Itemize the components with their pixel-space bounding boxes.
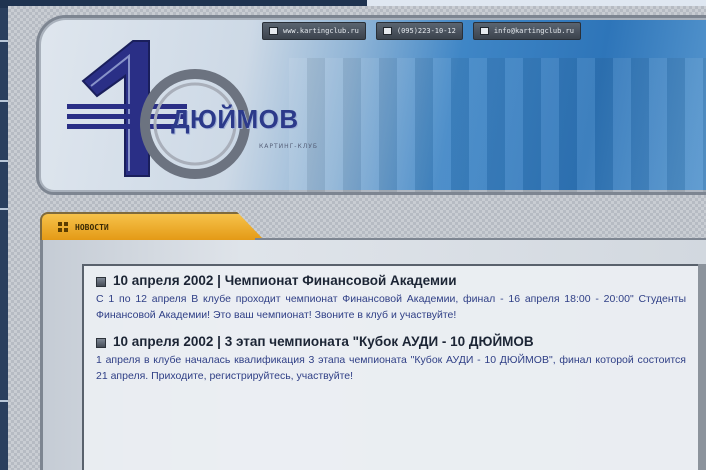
- logo-subtitle: КАРТИНГ-КЛУБ: [259, 143, 319, 150]
- mail-icon: [479, 27, 489, 35]
- rail-divider: [0, 100, 8, 102]
- logo-name: ДЮЙМОВ: [171, 104, 299, 134]
- header-link-email[interactable]: info@kartingclub.ru: [472, 22, 581, 40]
- header-banner: ДЮЙМОВ КАРТИНГ-КЛУБ: [36, 15, 706, 195]
- header-link-label: (095)223-10-12: [396, 27, 456, 35]
- tab-news-label: НОВОСТИ: [75, 222, 109, 232]
- news-list: 10 апреля 2002 | Чемпионат Финансовой Ак…: [82, 264, 702, 470]
- news-body: С 1 по 12 апреля В клубе проходит чемпио…: [96, 293, 686, 321]
- scrollbar[interactable]: [698, 264, 706, 470]
- rail-divider: [0, 208, 8, 210]
- header-link-label: www.kartingclub.ru: [283, 27, 359, 35]
- header-links: www.kartingclub.ru (095)223-10-12 info@k…: [262, 22, 581, 40]
- header-link-site[interactable]: www.kartingclub.ru: [262, 22, 366, 40]
- news-title-link[interactable]: 10 апреля 2002 | 3 этап чемпионата "Кубо…: [113, 335, 534, 349]
- news-item: 10 апреля 2002 | Чемпионат Финансовой Ак…: [96, 274, 686, 323]
- header-link-phone[interactable]: (095)223-10-12: [375, 22, 463, 40]
- tab-news[interactable]: НОВОСТИ: [40, 212, 264, 240]
- news-bullet-icon: [96, 277, 106, 287]
- rail-divider: [0, 400, 8, 402]
- rail-divider: [0, 160, 8, 162]
- grid-icon: [58, 222, 68, 232]
- phone-icon: [269, 27, 278, 35]
- news-bullet-icon: [96, 338, 106, 348]
- rail-divider: [0, 40, 8, 42]
- news-title-link[interactable]: 10 апреля 2002 | Чемпионат Финансовой Ак…: [113, 274, 457, 288]
- fax-icon: [382, 27, 392, 35]
- news-header: 10 апреля 2002 | 3 этап чемпионата "Кубо…: [96, 335, 686, 349]
- site-logo[interactable]: ДЮЙМОВ КАРТИНГ-КЛУБ: [63, 26, 343, 191]
- header-link-label: info@kartingclub.ru: [493, 27, 574, 35]
- news-item: 10 апреля 2002 | 3 этап чемпионата "Кубо…: [96, 335, 686, 384]
- news-body: 1 апреля в клубе началась квалификация 3…: [96, 354, 686, 382]
- banner-decoration: [289, 58, 706, 192]
- left-rail: [0, 8, 8, 470]
- news-header: 10 апреля 2002 | Чемпионат Финансовой Ак…: [96, 274, 686, 288]
